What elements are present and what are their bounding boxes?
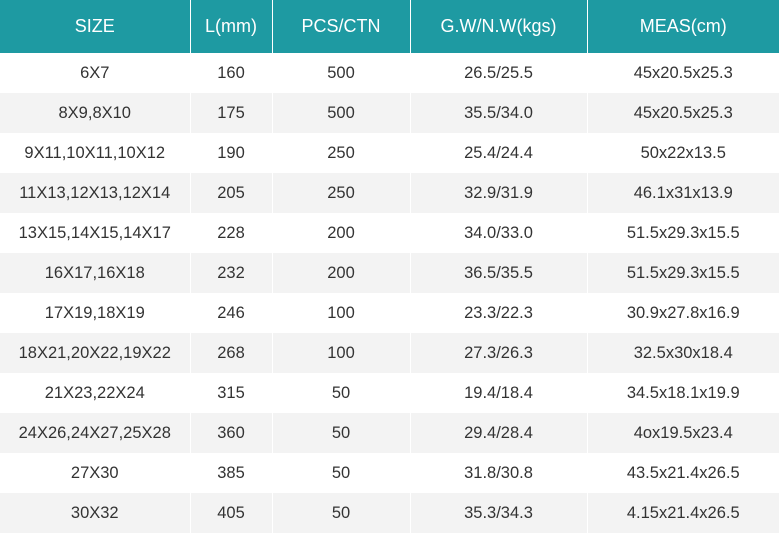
pcs-cell: 100 [272, 293, 411, 333]
pcs-cell: 500 [272, 93, 411, 133]
header-row: SIZE L(mm) PCS/CTN G.W/N.W(kgs) MEAS(cm) [0, 0, 779, 53]
header-measurement: MEAS(cm) [587, 0, 779, 53]
table-row: 21X23,22X24 315 50 19.4/18.4 34.5x18.1x19.9 [0, 373, 779, 413]
spec-table: SIZE L(mm) PCS/CTN G.W/N.W(kgs) MEAS(cm)… [0, 0, 779, 533]
pcs-cell: 100 [272, 333, 411, 373]
table-row: 11X13,12X13,12X14 205 250 32.9/31.9 46.1x31x… [0, 173, 779, 213]
length-cell: 232 [190, 253, 273, 293]
meas-cell: 43.5x21.4x26.5 [587, 453, 779, 493]
weight-cell: 31.8/30.8 [410, 453, 588, 493]
table-row: 24X26,24X27,25X28 360 50 29.4/28.4 4ox19.5x2… [0, 413, 779, 453]
table-row: 17X19,18X19 246 100 23.3/22.3 30.9x27.8x16.9 [0, 293, 779, 333]
length-cell: 268 [190, 333, 273, 373]
size-cell: 30X32 [0, 493, 191, 533]
table-row: 30X32 405 50 35.3/34.3 4.15x21.4x26.5 [0, 493, 779, 533]
meas-cell: 4ox19.5x23.4 [587, 413, 779, 453]
size-cell: 21X23,22X24 [0, 373, 191, 413]
pcs-cell: 250 [272, 133, 411, 173]
length-cell: 160 [190, 53, 273, 93]
header-pcs-per-carton: PCS/CTN [272, 0, 411, 53]
pcs-cell: 250 [272, 173, 411, 213]
meas-cell: 32.5x30x18.4 [587, 333, 779, 373]
length-cell: 246 [190, 293, 273, 333]
weight-cell: 23.3/22.3 [410, 293, 588, 333]
pcs-cell: 50 [272, 453, 411, 493]
meas-cell: 34.5x18.1x19.9 [587, 373, 779, 413]
weight-cell: 34.0/33.0 [410, 213, 588, 253]
weight-cell: 35.3/34.3 [410, 493, 588, 533]
table-row: 27X30 385 50 31.8/30.8 43.5x21.4x26.5 [0, 453, 779, 493]
meas-cell: 51.5x29.3x15.5 [587, 253, 779, 293]
pcs-cell: 50 [272, 413, 411, 453]
pcs-cell: 50 [272, 493, 411, 533]
weight-cell: 32.9/31.9 [410, 173, 588, 213]
length-cell: 315 [190, 373, 273, 413]
size-cell: 13X15,14X15,14X17 [0, 213, 191, 253]
size-cell: 17X19,18X19 [0, 293, 191, 333]
meas-cell: 30.9x27.8x16.9 [587, 293, 779, 333]
size-cell: 6X7 [0, 53, 191, 93]
size-cell: 9X11,10X11,10X12 [0, 133, 191, 173]
meas-cell: 50x22x13.5 [587, 133, 779, 173]
header-weight: G.W/N.W(kgs) [410, 0, 588, 53]
table-row: 8X9,8X10 175 500 35.5/34.0 45x20.5x25.3 [0, 93, 779, 133]
weight-cell: 35.5/34.0 [410, 93, 588, 133]
length-cell: 405 [190, 493, 273, 533]
length-cell: 228 [190, 213, 273, 253]
pcs-cell: 200 [272, 213, 411, 253]
weight-cell: 29.4/28.4 [410, 413, 588, 453]
weight-cell: 27.3/26.3 [410, 333, 588, 373]
meas-cell: 45x20.5x25.3 [587, 53, 779, 93]
weight-cell: 25.4/24.4 [410, 133, 588, 173]
meas-cell: 46.1x31x13.9 [587, 173, 779, 213]
size-cell: 11X13,12X13,12X14 [0, 173, 191, 213]
weight-cell: 26.5/25.5 [410, 53, 588, 93]
meas-cell: 51.5x29.3x15.5 [587, 213, 779, 253]
table-row: 6X7 160 500 26.5/25.5 45x20.5x25.3 [0, 53, 779, 93]
meas-cell: 45x20.5x25.3 [587, 93, 779, 133]
table-body: 6X7 160 500 26.5/25.5 45x20.5x25.3 8X9,8X10 17… [0, 53, 779, 533]
header-length: L(mm) [190, 0, 273, 53]
length-cell: 175 [190, 93, 273, 133]
weight-cell: 19.4/18.4 [410, 373, 588, 413]
pcs-cell: 200 [272, 253, 411, 293]
table-row: 18X21,20X22,19X22 268 100 27.3/26.3 32.5x30x… [0, 333, 779, 373]
length-cell: 205 [190, 173, 273, 213]
size-cell: 18X21,20X22,19X22 [0, 333, 191, 373]
pcs-cell: 500 [272, 53, 411, 93]
table-row: 16X17,16X18 232 200 36.5/35.5 51.5x29.3x15.5 [0, 253, 779, 293]
size-cell: 24X26,24X27,25X28 [0, 413, 191, 453]
table-header: SIZE L(mm) PCS/CTN G.W/N.W(kgs) MEAS(cm) [0, 0, 779, 53]
length-cell: 360 [190, 413, 273, 453]
length-cell: 385 [190, 453, 273, 493]
size-cell: 27X30 [0, 453, 191, 493]
weight-cell: 36.5/35.5 [410, 253, 588, 293]
header-size: SIZE [0, 0, 191, 53]
size-cell: 16X17,16X18 [0, 253, 191, 293]
table-row: 9X11,10X11,10X12 190 250 25.4/24.4 50x22x13.… [0, 133, 779, 173]
length-cell: 190 [190, 133, 273, 173]
pcs-cell: 50 [272, 373, 411, 413]
meas-cell: 4.15x21.4x26.5 [587, 493, 779, 533]
size-cell: 8X9,8X10 [0, 93, 191, 133]
table-row: 13X15,14X15,14X17 228 200 34.0/33.0 51.5x29.… [0, 213, 779, 253]
